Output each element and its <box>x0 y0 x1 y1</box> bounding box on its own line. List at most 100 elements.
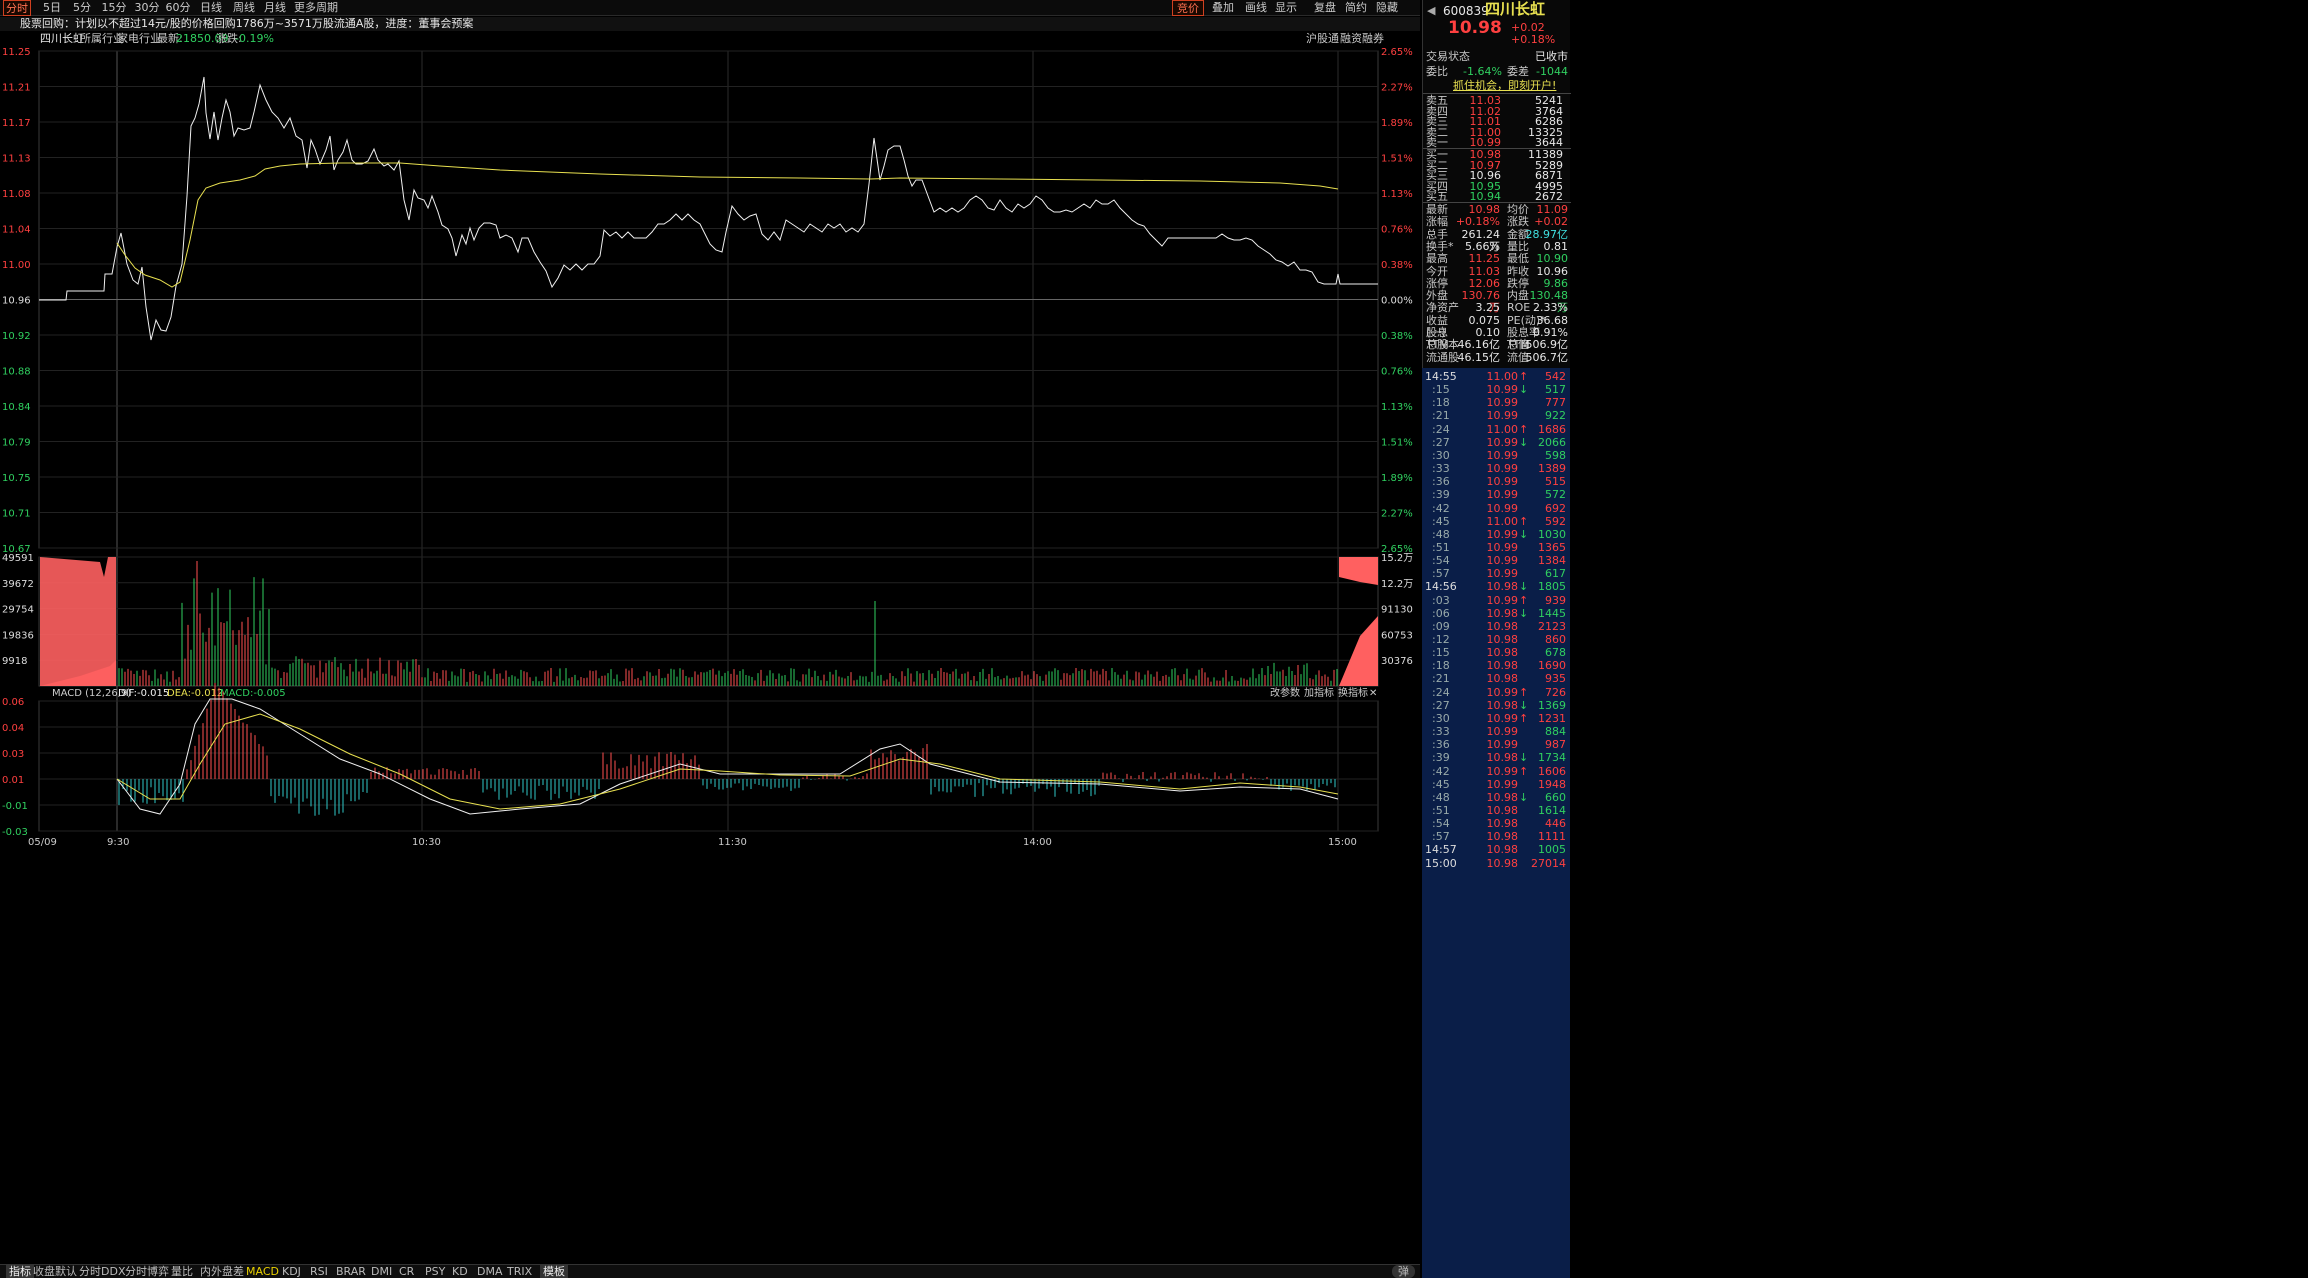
tick-tape[interactable]: 14:55 11.00 ↑ 542:15 10.99 ↓ 517:18 10.99 777:21… <box>1422 368 1570 1278</box>
open-account-link[interactable]: 抓住机会，即刻开户! <box>1453 80 1563 92</box>
indicator-tab-5[interactable]: 内外盘差 <box>200 1265 244 1278</box>
indicator-tab-3[interactable]: 分时博弈 <box>125 1265 169 1278</box>
tick-time: :48 <box>1432 527 1450 541</box>
tool-5[interactable]: 简约 <box>1340 0 1372 16</box>
tool-0[interactable]: 竞价 <box>1172 0 1204 16</box>
stock-name: 四川长虹 <box>40 32 84 45</box>
indicator-tab-1[interactable]: 收盘默认 <box>33 1265 77 1278</box>
tick-time: :21 <box>1432 409 1450 423</box>
tab-6[interactable]: 日线 <box>198 0 224 16</box>
tick-time: :30 <box>1432 711 1450 725</box>
buyback-notice[interactable]: 股票回购：计划以不超过14元/股的价格回购1786万~3571万股流通A股，进度… <box>0 17 1420 31</box>
tick-vol: 860 <box>1545 633 1566 646</box>
indicator-tab-16[interactable]: 模板 <box>540 1265 568 1278</box>
tick-time: :54 <box>1432 554 1450 568</box>
indicator-tab-10[interactable]: DMI <box>371 1265 392 1278</box>
tab-8[interactable]: 月线 <box>262 0 288 16</box>
tick-time: :03 <box>1432 593 1450 607</box>
indicator-tab-11[interactable]: CR <box>399 1265 414 1278</box>
stat-value: 130.48万 <box>1529 289 1569 315</box>
tab-2[interactable]: 5分钟 <box>68 0 96 30</box>
status: 已收市 <box>1535 50 1568 63</box>
notice-text: 股票回购：计划以不超过14元/股的价格回购1786万~3571万股流通A股，进度… <box>20 17 474 30</box>
tick-time: :39 <box>1432 488 1450 502</box>
tick-price: 10.99 <box>1486 396 1519 410</box>
industry-value[interactable]: 家电行业 <box>117 31 161 46</box>
tick-time: :42 <box>1432 764 1450 778</box>
tick-price: 10.98 <box>1486 830 1519 844</box>
tick-vol: 617 <box>1545 567 1566 581</box>
stat-value: 9.86 <box>1543 276 1569 290</box>
stat-value: 130.76万 <box>1461 289 1501 315</box>
tick-time: :27 <box>1432 435 1450 449</box>
back-arrow-icon[interactable]: ◀ <box>1427 5 1437 17</box>
tick-vol: 922 <box>1545 409 1566 423</box>
tick-time: 14:56 <box>1425 580 1457 594</box>
tick-price: 10.99 <box>1486 462 1519 476</box>
tab-3[interactable]: 15分钟 <box>99 0 129 30</box>
indicator-tab-2[interactable]: 分时DDX <box>79 1265 125 1278</box>
indicator-tab-9[interactable]: BRAR <box>336 1265 366 1278</box>
tick-time: :27 <box>1432 698 1450 712</box>
tick-time: :12 <box>1432 633 1450 646</box>
tick-price: 10.99 <box>1486 475 1519 489</box>
price-tick-label: 11.21 <box>2 83 31 94</box>
tick-price: 10.99 <box>1486 435 1519 449</box>
tick-price: 10.99 <box>1486 448 1519 462</box>
tab-9[interactable]: 更多周期 <box>292 0 340 16</box>
tick-vol: 572 <box>1545 488 1566 502</box>
tool-1[interactable]: 叠加 <box>1207 0 1239 16</box>
volume-pane-frame <box>38 556 1379 687</box>
price-tick-label: 10.92 <box>2 331 31 342</box>
indicator-tab-6[interactable]: MACD <box>246 1265 279 1278</box>
price-tick-label: 11.25 <box>2 47 31 58</box>
tool-3[interactable]: 显示 <box>1270 0 1302 16</box>
stat-value: 506.9亿 <box>1525 338 1569 352</box>
macd-tick-label: -0.03 <box>2 827 28 838</box>
indicator-tab-8[interactable]: RSI <box>310 1265 328 1278</box>
tab-0[interactable]: 分时 <box>3 0 31 16</box>
tab-1[interactable]: 5日 <box>40 0 64 16</box>
tick-price: 10.98 <box>1486 817 1519 831</box>
macd-close-icon: ✕ <box>1369 688 1377 699</box>
hgt-link[interactable]: 沪股通 <box>1306 31 1339 46</box>
price-tick-label: 11.00 <box>2 260 31 271</box>
time-tick-label: 15:00 <box>1328 837 1357 848</box>
indicator-tab-12[interactable]: PSY <box>425 1265 445 1278</box>
tick-time: :06 <box>1432 606 1450 620</box>
auction-volume-area <box>40 557 116 686</box>
tick-vol: 1445 <box>1538 606 1566 620</box>
vol-tick-label: 19836 <box>2 630 34 641</box>
tick-time: :48 <box>1432 790 1450 804</box>
stat-value: 0.10 <box>1475 326 1501 339</box>
intraday-chart[interactable]: 11.25 2.65% 11.21 2.27% 11.17 1.89% 11.13 1.51%… <box>0 46 1420 1264</box>
tick-time: 14:57 <box>1425 843 1457 857</box>
tool-6[interactable]: 隐藏 <box>1371 0 1403 16</box>
indicator-tab-0[interactable]: 指标 <box>6 1265 34 1278</box>
price-tick-label: 11.13 <box>2 154 31 165</box>
rzrq-link[interactable]: 融资融券 <box>1340 31 1384 46</box>
indicator-tab-14[interactable]: DMA <box>477 1265 503 1278</box>
tab-4[interactable]: 30分钟 <box>132 0 162 30</box>
pct-tick-label: 2.27% <box>1381 509 1413 520</box>
popup-toggle[interactable]: 弹 <box>1392 1265 1415 1278</box>
tab-7[interactable]: 周线 <box>231 0 257 16</box>
stat-value: 11.03 <box>1468 264 1501 278</box>
tick-price: 10.98 <box>1486 843 1519 857</box>
vol2-tick-label: 91130 <box>1381 605 1413 616</box>
tick-vol: 1389 <box>1538 462 1566 476</box>
tab-5[interactable]: 60分钟 <box>163 0 193 30</box>
indicator-tab-13[interactable]: KD <box>452 1265 468 1278</box>
indicator-tab-15[interactable]: TRIX <box>507 1265 532 1278</box>
stat-value: 12.06 <box>1468 276 1501 290</box>
tool-2[interactable]: 画线 <box>1240 0 1272 16</box>
tick-price: 11.00 <box>1486 514 1519 528</box>
vol2-tick-label: 12.2万 <box>1381 579 1413 590</box>
indicator-tab-4[interactable]: 量比 <box>171 1265 193 1278</box>
blank-area <box>1571 0 2308 1278</box>
tool-4[interactable]: 复盘 <box>1309 0 1341 16</box>
indicator-tab-7[interactable]: KDJ <box>282 1265 301 1278</box>
stat-value: 11.25 <box>1468 252 1501 266</box>
pct-tick-label: 1.51% <box>1381 154 1413 165</box>
tick-time: :30 <box>1432 448 1450 462</box>
